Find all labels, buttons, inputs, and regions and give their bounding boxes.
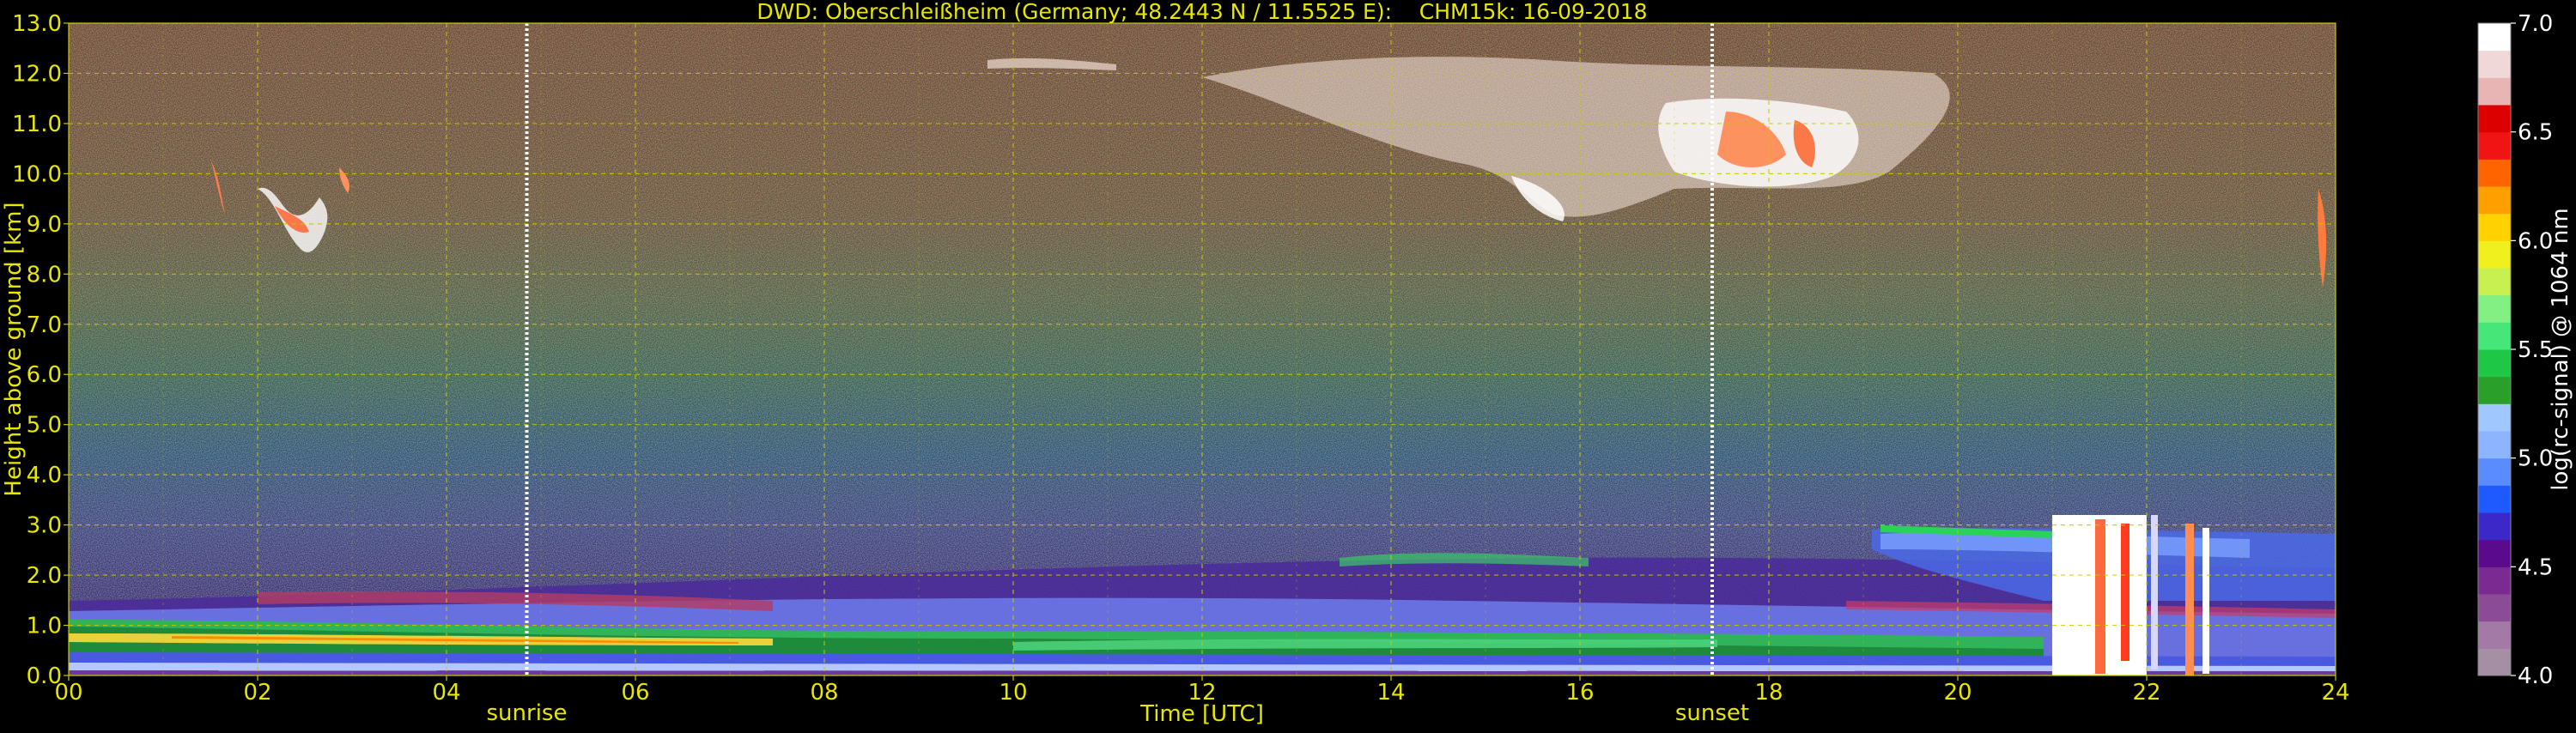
- colorbar-segment: [2478, 322, 2511, 350]
- colorbar-segment: [2478, 539, 2511, 567]
- x-tick-label: 06: [621, 680, 649, 706]
- colorbar-tick-label: 4.5: [2518, 554, 2553, 580]
- colorbar-segment: [2478, 349, 2511, 378]
- colorbar-segment: [2478, 50, 2511, 78]
- chart-title: DWD: Oberschleißheim (Germany; 48.2443 N…: [756, 0, 1647, 24]
- sunrise-label: sunrise: [487, 700, 568, 726]
- colorbar-segment: [2478, 186, 2511, 215]
- colorbar-segment: [2478, 268, 2511, 296]
- colorbar-tick-label: 4.0: [2518, 663, 2553, 689]
- colorbar-segment: [2478, 105, 2511, 133]
- y-tick-label: 4.0: [27, 463, 62, 488]
- colorbar-segment: [2478, 23, 2511, 51]
- y-tick-label: 9.0: [27, 212, 62, 238]
- y-tick-label: 10.0: [12, 161, 62, 187]
- colorbar-segment: [2478, 376, 2511, 404]
- colorbar-segment: [2478, 294, 2511, 323]
- colorbar-label: log(rc-signal) @ 1064 nm: [2548, 208, 2573, 490]
- y-tick-label: 1.0: [27, 614, 62, 639]
- y-tick-label: 13.0: [12, 11, 62, 37]
- colorbar-segment: [2478, 77, 2511, 106]
- x-tick-label: 10: [999, 680, 1027, 706]
- x-tick-label: 22: [2132, 680, 2160, 706]
- y-tick-label: 8.0: [27, 262, 62, 288]
- y-tick-label: 7.0: [27, 312, 62, 338]
- x-tick-label: 18: [1754, 680, 1783, 706]
- y-tick-label: 12.0: [12, 61, 62, 87]
- colorbar-segment: [2478, 159, 2511, 187]
- x-tick-label: 14: [1376, 680, 1405, 706]
- x-tick-label: 02: [243, 680, 271, 706]
- x-tick-label: 08: [810, 680, 838, 706]
- colorbar-tick-label: 7.0: [2518, 11, 2553, 37]
- x-tick-label: 24: [2321, 680, 2349, 706]
- ceilometer-chart: 00 02 04 06 08 10 12 14 16 18 20 22 24 0.0 1.0 2.0 3.0 4…: [0, 0, 2576, 730]
- plot-area: [69, 23, 2336, 675]
- y-tick-label: 2.0: [27, 563, 62, 589]
- y-axis-label: Height above ground [km]: [1, 202, 27, 496]
- y-tick-label: 0.0: [27, 663, 62, 689]
- chart-svg: 00 02 04 06 08 10 12 14 16 18 20 22 24 0.01.02.03.04…: [1, 0, 2573, 727]
- colorbar-segment: [2478, 648, 2511, 676]
- colorbar-segment: [2478, 566, 2511, 595]
- colorbar-segment: [2478, 485, 2511, 513]
- colorbar-segment: [2478, 431, 2511, 459]
- colorbar-segment: [2478, 457, 2511, 486]
- x-axis-label: Time [UTC]: [1139, 701, 1264, 727]
- colorbar: 4.04.55.05.56.06.57.0: [2477, 11, 2553, 689]
- x-tick-label: 04: [432, 680, 460, 706]
- colorbar-tick-label: 6.5: [2518, 120, 2553, 146]
- colorbar-segment: [2478, 594, 2511, 622]
- y-tick-label: 5.0: [27, 413, 62, 439]
- y-tick-label: 11.0: [12, 112, 62, 137]
- colorbar-segment: [2478, 240, 2511, 269]
- colorbar-segment: [2478, 621, 2511, 649]
- x-tick-label: 16: [1565, 680, 1594, 706]
- sunset-label: sunset: [1675, 700, 1749, 726]
- colorbar-segment: [2478, 512, 2511, 541]
- x-tick-label: 20: [1943, 680, 1971, 706]
- y-tick-label: 6.0: [27, 362, 62, 388]
- marker-labels: sunrise sunset: [487, 700, 1750, 726]
- colorbar-segment: [2478, 131, 2511, 160]
- y-tick-label: 3.0: [27, 513, 62, 539]
- colorbar-segment: [2478, 403, 2511, 432]
- colorbar-segment: [2478, 213, 2511, 241]
